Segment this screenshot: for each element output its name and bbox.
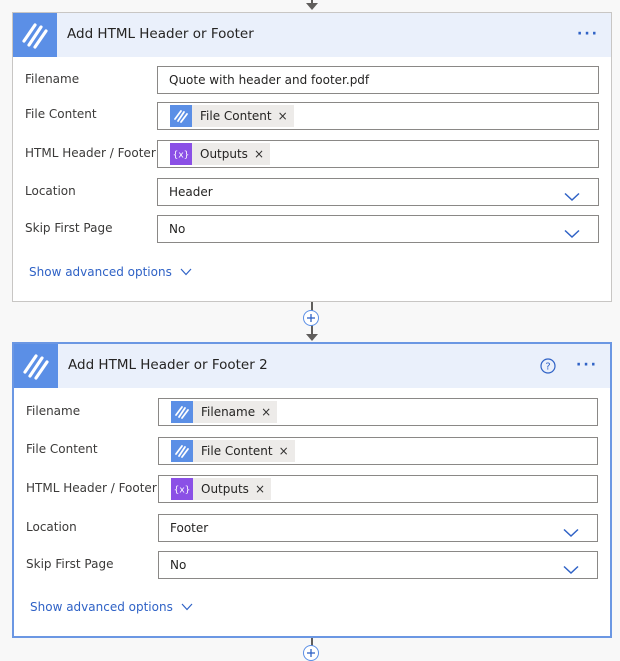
filename-token[interactable]: Filename × (171, 401, 278, 423)
skip-first-page-value: No (169, 222, 186, 236)
html-header-footer-input[interactable]: {x} Outputs × (158, 475, 598, 503)
location-label: Location (25, 184, 76, 198)
variable-icon: {x} (170, 143, 192, 165)
help-icon[interactable]: ? (540, 358, 556, 378)
remove-token-icon[interactable]: × (261, 406, 277, 418)
location-value: Header (169, 185, 213, 199)
chevron-down-icon (564, 187, 580, 206)
remove-token-icon[interactable]: × (278, 110, 294, 122)
html-header-footer-label: HTML Header / Footer (25, 146, 156, 160)
svg-text:{x}: {x} (173, 151, 190, 161)
show-advanced-options-link[interactable]: Show advanced options (29, 265, 192, 279)
card-title: Add HTML Header or Footer 2 (68, 357, 268, 373)
encodian-icon (171, 401, 193, 423)
skip-first-page-dropdown[interactable]: No (157, 215, 599, 243)
outputs-token[interactable]: {x} Outputs × (171, 478, 271, 500)
action-card-add-html-header-footer-2[interactable]: Add HTML Header or Footer 2 ? ··· Filena… (12, 342, 612, 638)
filename-label: Filename (25, 72, 80, 86)
top-connector-arrow (306, 3, 318, 10)
more-options-icon[interactable]: ··· (576, 358, 598, 372)
plus-icon (307, 314, 315, 322)
file-content-token[interactable]: File Content × (171, 440, 295, 462)
chevron-down-icon (563, 560, 579, 579)
filename-value: Quote with header and footer.pdf (169, 73, 370, 87)
file-content-token[interactable]: File Content × (170, 105, 294, 127)
token-label: Outputs (201, 482, 249, 496)
token-label: Outputs (200, 147, 248, 161)
more-options-icon[interactable]: ··· (577, 27, 599, 41)
filename-label: Filename (26, 404, 81, 418)
encodian-icon (170, 105, 192, 127)
chevron-down-icon (181, 600, 193, 614)
advanced-options-label: Show advanced options (30, 600, 173, 614)
file-content-label: File Content (25, 107, 97, 121)
skip-first-page-value: No (170, 558, 187, 572)
card-header[interactable]: Add HTML Header or Footer ··· (13, 13, 611, 57)
svg-text:?: ? (545, 362, 550, 373)
action-card-add-html-header-footer[interactable]: Add HTML Header or Footer ··· Filename Q… (12, 12, 612, 302)
skip-first-page-label: Skip First Page (26, 557, 114, 571)
file-content-label: File Content (26, 442, 98, 456)
remove-token-icon[interactable]: × (279, 445, 295, 457)
advanced-options-label: Show advanced options (29, 265, 172, 279)
card-header[interactable]: Add HTML Header or Footer 2 ? ··· (14, 344, 610, 388)
skip-first-page-label: Skip First Page (25, 221, 113, 235)
show-advanced-options-link[interactable]: Show advanced options (30, 600, 193, 614)
chevron-down-icon (563, 523, 579, 542)
card-title: Add HTML Header or Footer (67, 26, 254, 42)
encodian-icon (14, 344, 58, 388)
token-label: Filename (201, 405, 256, 419)
variable-icon: {x} (171, 478, 193, 500)
html-header-footer-input[interactable]: {x} Outputs × (157, 140, 599, 168)
remove-token-icon[interactable]: × (254, 148, 270, 160)
plus-icon (307, 649, 315, 657)
location-dropdown[interactable]: Footer (158, 514, 598, 542)
remove-token-icon[interactable]: × (255, 483, 271, 495)
location-dropdown[interactable]: Header (157, 178, 599, 206)
insert-step-button[interactable] (303, 310, 319, 326)
file-content-input[interactable]: File Content × (157, 102, 599, 130)
encodian-icon (13, 13, 57, 57)
skip-first-page-dropdown[interactable]: No (158, 551, 598, 579)
token-label: File Content (201, 444, 273, 458)
middle-connector-arrow (306, 334, 318, 341)
svg-text:{x}: {x} (174, 486, 191, 496)
encodian-icon (171, 440, 193, 462)
location-label: Location (26, 520, 77, 534)
insert-step-button[interactable] (303, 645, 319, 661)
chevron-down-icon (564, 224, 580, 243)
html-header-footer-label: HTML Header / Footer (26, 481, 157, 495)
filename-input[interactable]: Quote with header and footer.pdf (157, 66, 599, 94)
chevron-down-icon (180, 265, 192, 279)
token-label: File Content (200, 109, 272, 123)
file-content-input[interactable]: File Content × (158, 437, 598, 465)
filename-input[interactable]: Filename × (158, 398, 598, 426)
location-value: Footer (170, 521, 209, 535)
outputs-token[interactable]: {x} Outputs × (170, 143, 270, 165)
